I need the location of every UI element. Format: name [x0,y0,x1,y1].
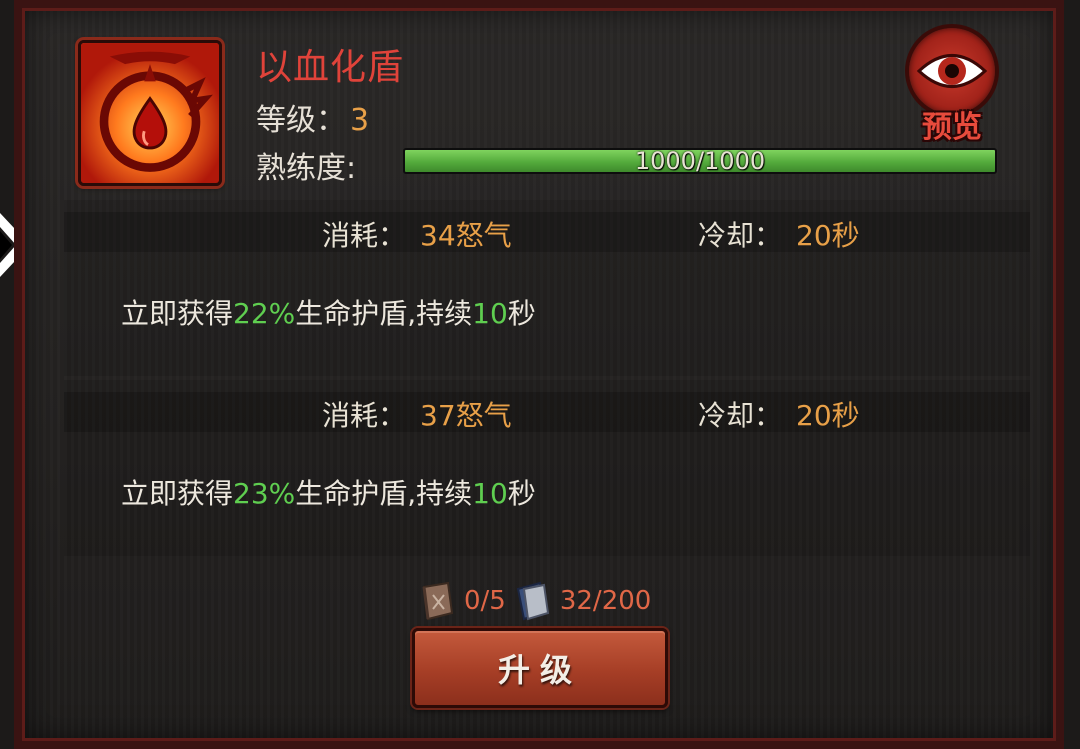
proficiency-bar: 1000/1000 [403,148,997,174]
desc-prefix: 立即获得 [121,477,234,510]
cost-stat: 消耗： 37怒气 [322,394,512,434]
desc-duration: 10 [472,297,508,330]
level-info-next: 消耗： 37怒气 冷却： 20秒 立即获得23%生命护盾,持续10秒 [64,380,1030,556]
proficiency-label: 熟练度: [256,151,357,186]
cost-value: 34怒气 [420,219,512,252]
cooldown-value: 20秒 [796,399,860,432]
desc-prefix: 立即获得 [121,297,234,330]
upgrade-button[interactable]: 升级 [412,628,668,708]
upgrade-button-label: 升级 [497,651,582,689]
cost-label: 消耗： [322,399,407,432]
proficiency-text: 1000/1000 [634,148,766,174]
cooldown-stat: 冷却： 20秒 [698,214,860,254]
material-count-2: 32/200 [559,586,652,616]
desc-middle: 生命护盾,持续 [295,477,473,510]
skill-book-brown-icon [422,581,454,621]
desc-percent: 23% [233,477,296,510]
cooldown-value: 20秒 [796,219,860,252]
material-count-1: 0/5 [464,586,506,616]
desc-suffix: 秒 [507,477,536,510]
stat-row: 消耗： 37怒气 冷却： 20秒 [64,392,1030,432]
preview-button[interactable]: 预览 [904,28,1000,145]
upgrade-materials: 0/5 32/200 [418,581,652,621]
skill-icon [78,40,222,186]
level-label: 等级： [256,103,346,138]
desc-percent: 22% [233,297,296,330]
desc-middle: 生命护盾,持续 [295,297,473,330]
skill-level: 等级： 3 [256,95,369,139]
desc-suffix: 秒 [507,297,536,330]
cooldown-label: 冷却： [698,399,783,432]
cooldown-label: 冷却： [698,219,783,252]
cost-label: 消耗： [322,219,407,252]
level-info-current: 消耗： 34怒气 冷却： 20秒 立即获得22%生命护盾,持续10秒 [64,200,1030,376]
skill-name: 以血化盾 [256,47,405,88]
cooldown-stat: 冷却： 20秒 [698,394,860,434]
cost-value: 37怒气 [420,399,512,432]
skill-book-blue-icon [516,581,549,621]
stat-row: 消耗： 34怒气 冷却： 20秒 [64,212,1030,252]
level-value: 3 [350,103,370,138]
blood-drop-shield-icon [81,43,219,183]
skill-description: 立即获得22%生命护盾,持续10秒 [121,292,536,332]
preview-label: 预览 [922,110,982,145]
desc-duration: 10 [472,477,508,510]
skill-description: 立即获得23%生命护盾,持续10秒 [121,472,536,512]
cost-stat: 消耗： 34怒气 [322,214,512,254]
